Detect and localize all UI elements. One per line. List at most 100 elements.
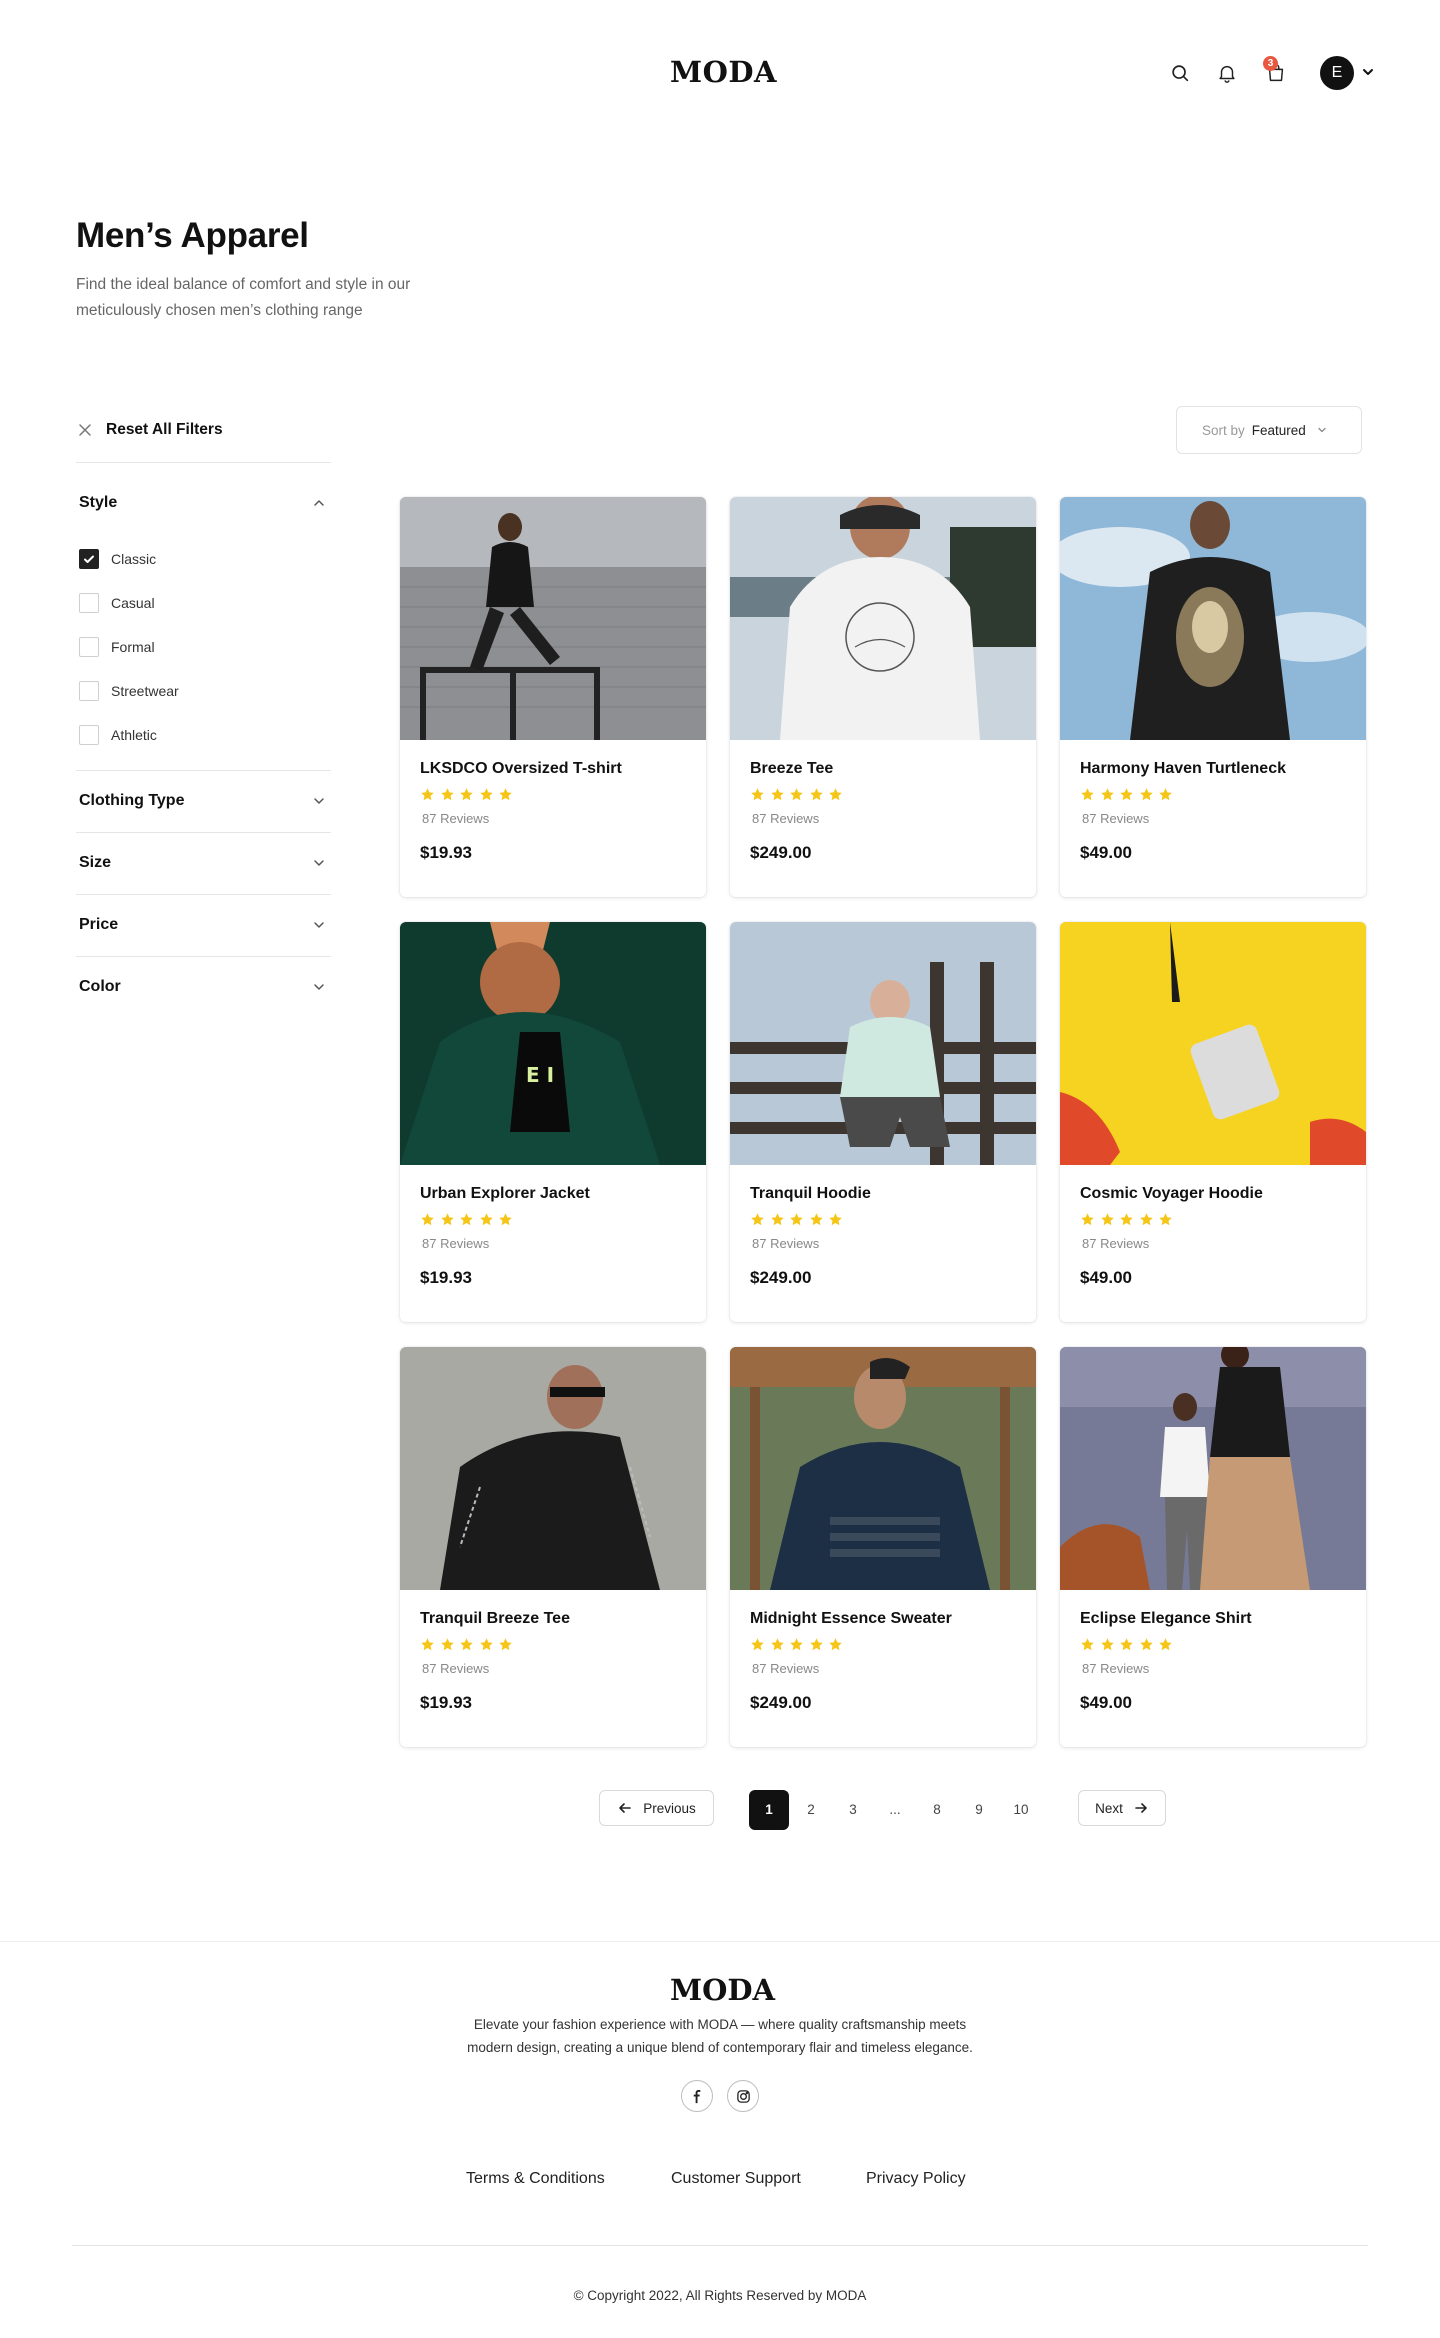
page-number[interactable]: 9: [959, 1790, 999, 1830]
product-card[interactable]: LKSDCO Oversized T-shirt 87 Reviews $19.…: [400, 497, 706, 897]
product-card[interactable]: E I Urban Explorer Jacket 87 Reviews $19…: [400, 922, 706, 1322]
product-card[interactable]: Breeze Tee 87 Reviews $249.00: [730, 497, 1036, 897]
avatar[interactable]: E: [1320, 56, 1354, 90]
star-icon: [460, 1638, 473, 1651]
product-name[interactable]: Cosmic Voyager Hoodie: [1080, 1185, 1263, 1203]
checkbox-checked[interactable]: [79, 549, 99, 569]
star-icon: [460, 788, 473, 801]
page-number[interactable]: 3: [833, 1790, 873, 1830]
style-option-formal[interactable]: Formal: [79, 636, 155, 658]
star-icon: [1100, 788, 1114, 801]
review-count[interactable]: 87 Reviews: [1082, 811, 1149, 826]
product-image[interactable]: [730, 497, 1036, 740]
star-icon: [499, 1638, 512, 1651]
product-name[interactable]: Breeze Tee: [750, 760, 833, 778]
review-count[interactable]: 87 Reviews: [1082, 1661, 1149, 1676]
star-rating: [1080, 1637, 1178, 1652]
product-name[interactable]: Eclipse Elegance Shirt: [1080, 1610, 1252, 1628]
page-number[interactable]: 1: [749, 1790, 789, 1830]
filter-price-header[interactable]: Price: [79, 910, 331, 940]
review-count[interactable]: 87 Reviews: [422, 1236, 489, 1251]
product-image[interactable]: E I: [400, 922, 706, 1165]
product-image[interactable]: [1060, 922, 1366, 1165]
previous-page-button[interactable]: Previous: [599, 1790, 714, 1826]
bell-icon[interactable]: [1214, 60, 1240, 86]
product-card[interactable]: Midnight Essence Sweater 87 Reviews $249…: [730, 1347, 1036, 1747]
style-option-classic[interactable]: Classic: [79, 548, 156, 570]
chevron-down-icon: [314, 798, 324, 804]
checkbox[interactable]: [79, 637, 99, 657]
review-count[interactable]: 87 Reviews: [752, 811, 819, 826]
product-price: $49.00: [1080, 1268, 1132, 1287]
star-icon: [1159, 1638, 1172, 1651]
product-name[interactable]: Tranquil Hoodie: [750, 1185, 871, 1203]
product-image[interactable]: [730, 1347, 1036, 1590]
star-rating: [420, 1212, 518, 1227]
star-icon: [751, 1213, 764, 1226]
style-option-casual[interactable]: Casual: [79, 592, 155, 614]
product-card[interactable]: Tranquil Breeze Tee 87 Reviews $19.93: [400, 1347, 706, 1747]
page-number[interactable]: 2: [791, 1790, 831, 1830]
privacy-link[interactable]: Privacy Policy: [866, 2170, 966, 2188]
checkbox[interactable]: [79, 681, 99, 701]
support-link[interactable]: Customer Support: [671, 2170, 801, 2188]
star-icon: [1081, 788, 1094, 801]
filter-color-header[interactable]: Color: [79, 972, 331, 1002]
star-icon: [440, 1638, 454, 1651]
page-number[interactable]: 10: [1001, 1790, 1041, 1830]
checkbox[interactable]: [79, 725, 99, 745]
product-card[interactable]: Cosmic Voyager Hoodie 87 Reviews $49.00: [1060, 922, 1366, 1322]
product-image[interactable]: [400, 497, 706, 740]
style-option-athletic[interactable]: Athletic: [79, 724, 157, 746]
star-icon: [421, 788, 434, 801]
star-rating: [750, 1212, 848, 1227]
terms-link[interactable]: Terms & Conditions: [466, 2170, 605, 2188]
style-option-streetwear[interactable]: Streetwear: [79, 680, 179, 702]
reset-filters-button[interactable]: Reset All Filters: [76, 418, 223, 442]
review-count[interactable]: 87 Reviews: [422, 1661, 489, 1676]
star-icon: [770, 1638, 784, 1651]
filter-clothing-type-header[interactable]: Clothing Type: [79, 786, 331, 816]
product-image[interactable]: [1060, 497, 1366, 740]
next-page-button[interactable]: Next: [1078, 1790, 1166, 1826]
filter-style-header[interactable]: Style: [79, 488, 331, 518]
page-ellipsis: ...: [889, 1802, 901, 1817]
product-image[interactable]: [1060, 1347, 1366, 1590]
product-name[interactable]: Harmony Haven Turtleneck: [1080, 760, 1286, 778]
filter-size-header[interactable]: Size: [79, 848, 331, 878]
star-icon: [499, 788, 512, 801]
checkbox[interactable]: [79, 593, 99, 613]
product-card[interactable]: Tranquil Hoodie 87 Reviews $249.00: [730, 922, 1036, 1322]
page-number[interactable]: 8: [917, 1790, 957, 1830]
brand-logo[interactable]: MODA: [670, 52, 777, 92]
footer-bottom-divider: [72, 2245, 1368, 2246]
star-icon: [809, 1213, 823, 1226]
cart-icon[interactable]: 3: [1263, 56, 1289, 86]
product-name[interactable]: Midnight Essence Sweater: [750, 1610, 952, 1628]
star-icon: [829, 1638, 842, 1651]
footer-logo[interactable]: MODA: [670, 1970, 775, 2010]
product-name[interactable]: Tranquil Breeze Tee: [420, 1610, 570, 1628]
product-card[interactable]: Harmony Haven Turtleneck 87 Reviews $49.…: [1060, 497, 1366, 897]
product-image[interactable]: [400, 1347, 706, 1590]
product-price: $19.93: [420, 1268, 472, 1287]
sort-dropdown[interactable]: Sort by Featured: [1176, 406, 1362, 454]
star-icon: [1120, 788, 1133, 801]
search-icon[interactable]: [1167, 60, 1193, 86]
star-icon: [479, 1638, 493, 1651]
facebook-icon[interactable]: [681, 2080, 713, 2112]
chevron-down-icon[interactable]: [1360, 64, 1376, 80]
star-icon: [499, 1213, 512, 1226]
review-count[interactable]: 87 Reviews: [1082, 1236, 1149, 1251]
product-name[interactable]: Urban Explorer Jacket: [420, 1185, 590, 1203]
product-card[interactable]: Eclipse Elegance Shirt 87 Reviews $49.00: [1060, 1347, 1366, 1747]
review-count[interactable]: 87 Reviews: [422, 811, 489, 826]
product-name[interactable]: LKSDCO Oversized T-shirt: [420, 760, 622, 778]
cart-count-badge: 3: [1263, 56, 1278, 71]
review-count[interactable]: 87 Reviews: [752, 1236, 819, 1251]
review-count[interactable]: 87 Reviews: [752, 1661, 819, 1676]
star-icon: [1139, 788, 1153, 801]
instagram-icon[interactable]: [727, 2080, 759, 2112]
page-description: Find the ideal balance of comfort and st…: [76, 276, 411, 319]
product-image[interactable]: [730, 922, 1036, 1165]
